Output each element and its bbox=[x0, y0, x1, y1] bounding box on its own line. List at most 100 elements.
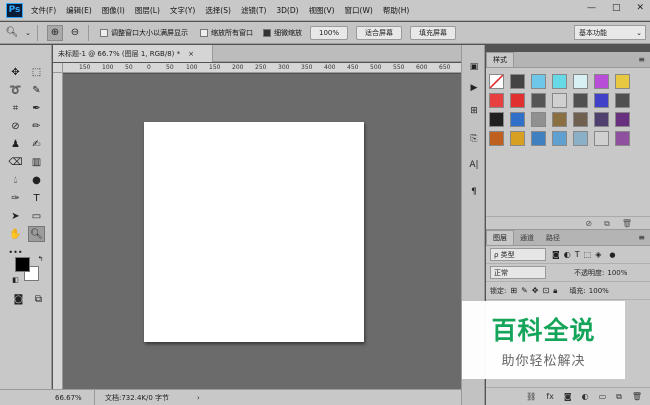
tab-styles[interactable]: 样式 bbox=[486, 52, 514, 67]
style-swatch[interactable] bbox=[531, 112, 546, 127]
menu-help[interactable]: 帮助(H) bbox=[383, 5, 410, 16]
clear-style-icon[interactable]: ⊘ bbox=[585, 219, 592, 228]
document-tab[interactable]: 未标题-1 @ 66.7% (图层 1, RGB/8) * × bbox=[53, 45, 213, 62]
menu-3d[interactable]: 3D(D) bbox=[276, 6, 298, 15]
delete-layer-icon[interactable]: 🗑︎ bbox=[632, 392, 642, 401]
path-select-tool-icon[interactable]: ➤ bbox=[7, 208, 24, 224]
move-tool-icon[interactable]: ✥ bbox=[7, 64, 24, 80]
quick-select-tool-icon[interactable]: ✎ bbox=[28, 82, 45, 98]
close-icon[interactable]: × bbox=[188, 50, 194, 58]
layer-filter-select[interactable]: ρ 类型 bbox=[490, 248, 546, 261]
style-swatch[interactable] bbox=[573, 112, 588, 127]
tab-layers[interactable]: 图层 bbox=[486, 230, 514, 245]
style-swatch[interactable] bbox=[552, 93, 567, 108]
maximize-button[interactable]: □ bbox=[612, 3, 621, 13]
style-swatch[interactable] bbox=[573, 93, 588, 108]
tab-paths[interactable]: 路径 bbox=[540, 230, 566, 245]
menu-layer[interactable]: 图层(L) bbox=[135, 5, 160, 16]
style-swatch[interactable] bbox=[531, 74, 546, 89]
opacity-value[interactable]: 100% bbox=[607, 269, 627, 277]
menu-filter[interactable]: 滤镜(T) bbox=[241, 5, 266, 16]
fit-screen-button[interactable]: 适合屏幕 bbox=[356, 25, 403, 40]
zoom-100-button[interactable]: 100% bbox=[310, 25, 349, 40]
hand-tool-icon[interactable]: ✋ bbox=[7, 226, 24, 242]
history-panel-icon[interactable]: ▣ bbox=[466, 59, 482, 75]
fill-value[interactable]: 100% bbox=[589, 287, 609, 295]
quick-mask-icon[interactable]: ◙ bbox=[10, 291, 27, 307]
filter-type-icons[interactable]: ◙◐T⬚◈ bbox=[552, 250, 605, 259]
crop-tool-icon[interactable]: ⌗ bbox=[7, 100, 24, 116]
shape-tool-icon[interactable]: ▭ bbox=[28, 208, 45, 224]
zoom-all-windows-checkbox[interactable] bbox=[200, 28, 208, 37]
panel-menu-icon[interactable]: ≡ bbox=[638, 233, 645, 242]
menu-window[interactable]: 窗口(W) bbox=[345, 5, 373, 16]
zoom-level[interactable]: 66.67% bbox=[53, 390, 95, 405]
style-swatch[interactable] bbox=[594, 112, 609, 127]
filter-toggle-icon[interactable]: ● bbox=[609, 251, 615, 259]
style-swatch[interactable] bbox=[615, 112, 630, 127]
style-swatch[interactable] bbox=[531, 93, 546, 108]
eyedropper-tool-icon[interactable]: ✒ bbox=[28, 100, 45, 116]
zoom-out-icon[interactable]: ⊖ bbox=[67, 25, 83, 41]
style-swatch[interactable] bbox=[594, 74, 609, 89]
style-swatch[interactable] bbox=[573, 74, 588, 89]
zoom-tool-preset-icon[interactable]: 🔍︎ bbox=[4, 25, 20, 41]
healing-brush-tool-icon[interactable]: ⊘ bbox=[7, 118, 24, 134]
minimize-button[interactable]: — bbox=[587, 3, 596, 13]
menu-view[interactable]: 视图(V) bbox=[309, 5, 335, 16]
actions-panel-icon[interactable]: ▶ bbox=[466, 80, 482, 96]
style-swatch[interactable] bbox=[489, 93, 504, 108]
properties-panel-icon[interactable]: ⊞ bbox=[466, 103, 482, 119]
style-swatch[interactable] bbox=[615, 131, 630, 146]
eraser-tool-icon[interactable]: ⌫ bbox=[7, 154, 24, 170]
panel-menu-icon[interactable]: ≡ bbox=[638, 55, 645, 64]
menu-file[interactable]: 文件(F) bbox=[31, 5, 56, 16]
new-layer-icon[interactable]: ⧉ bbox=[616, 392, 622, 402]
workspace-select[interactable]: 基本功能 ⌄ bbox=[574, 25, 646, 40]
ruler-origin[interactable] bbox=[53, 63, 63, 73]
style-swatch[interactable] bbox=[510, 112, 525, 127]
style-swatch[interactable] bbox=[573, 131, 588, 146]
style-swatch[interactable] bbox=[531, 131, 546, 146]
dodge-tool-icon[interactable]: ● bbox=[28, 172, 45, 188]
close-button[interactable]: ✕ bbox=[636, 3, 644, 13]
menu-type[interactable]: 文字(Y) bbox=[170, 5, 195, 16]
pen-tool-icon[interactable]: ✑ bbox=[7, 190, 24, 206]
foreground-color-swatch[interactable] bbox=[15, 257, 30, 272]
screen-mode-icon[interactable]: ⧉ bbox=[30, 291, 47, 307]
clone-stamp-tool-icon[interactable]: ♟ bbox=[7, 136, 24, 152]
style-swatch[interactable] bbox=[489, 74, 504, 89]
paragraph-panel-icon[interactable]: ¶ bbox=[466, 184, 482, 200]
resize-windows-checkbox[interactable] bbox=[100, 28, 108, 37]
layer-mask-icon[interactable]: ◙ bbox=[564, 392, 572, 401]
blend-mode-select[interactable]: 正常 bbox=[490, 266, 546, 279]
brush-tool-icon[interactable]: ✏ bbox=[28, 118, 45, 134]
document-canvas[interactable] bbox=[144, 122, 364, 342]
new-style-icon[interactable]: ⧉ bbox=[604, 219, 610, 229]
new-group-icon[interactable]: ▭ bbox=[599, 392, 607, 401]
style-swatch[interactable] bbox=[510, 131, 525, 146]
style-swatch[interactable] bbox=[552, 74, 567, 89]
chevron-down-icon[interactable]: ⌄ bbox=[24, 25, 32, 41]
style-swatch[interactable] bbox=[594, 131, 609, 146]
zoom-in-icon[interactable]: ⊕ bbox=[47, 24, 63, 41]
lasso-tool-icon[interactable]: ➰ bbox=[7, 82, 24, 98]
style-swatch[interactable] bbox=[552, 112, 567, 127]
style-swatch[interactable] bbox=[615, 93, 630, 108]
clone-source-panel-icon[interactable]: ⎘ bbox=[466, 131, 482, 147]
style-swatch[interactable] bbox=[489, 112, 504, 127]
layer-style-icon[interactable]: fx bbox=[546, 392, 554, 401]
style-swatch[interactable] bbox=[552, 131, 567, 146]
menu-select[interactable]: 选择(S) bbox=[205, 5, 231, 16]
history-brush-tool-icon[interactable]: ✍ bbox=[28, 136, 45, 152]
style-swatch[interactable] bbox=[489, 131, 504, 146]
style-swatch[interactable] bbox=[510, 93, 525, 108]
default-colors-icon[interactable]: ◧ bbox=[7, 272, 24, 288]
adjustment-layer-icon[interactable]: ◐ bbox=[582, 392, 589, 401]
link-layers-icon[interactable]: ⛓ bbox=[526, 392, 536, 401]
marquee-tool-icon[interactable]: ⬚ bbox=[28, 64, 45, 80]
menu-image[interactable]: 图像(I) bbox=[102, 5, 125, 16]
fill-screen-button[interactable]: 填充屏幕 bbox=[410, 25, 457, 40]
tab-channels[interactable]: 通道 bbox=[514, 230, 540, 245]
delete-style-icon[interactable]: 🗑︎ bbox=[622, 219, 632, 228]
